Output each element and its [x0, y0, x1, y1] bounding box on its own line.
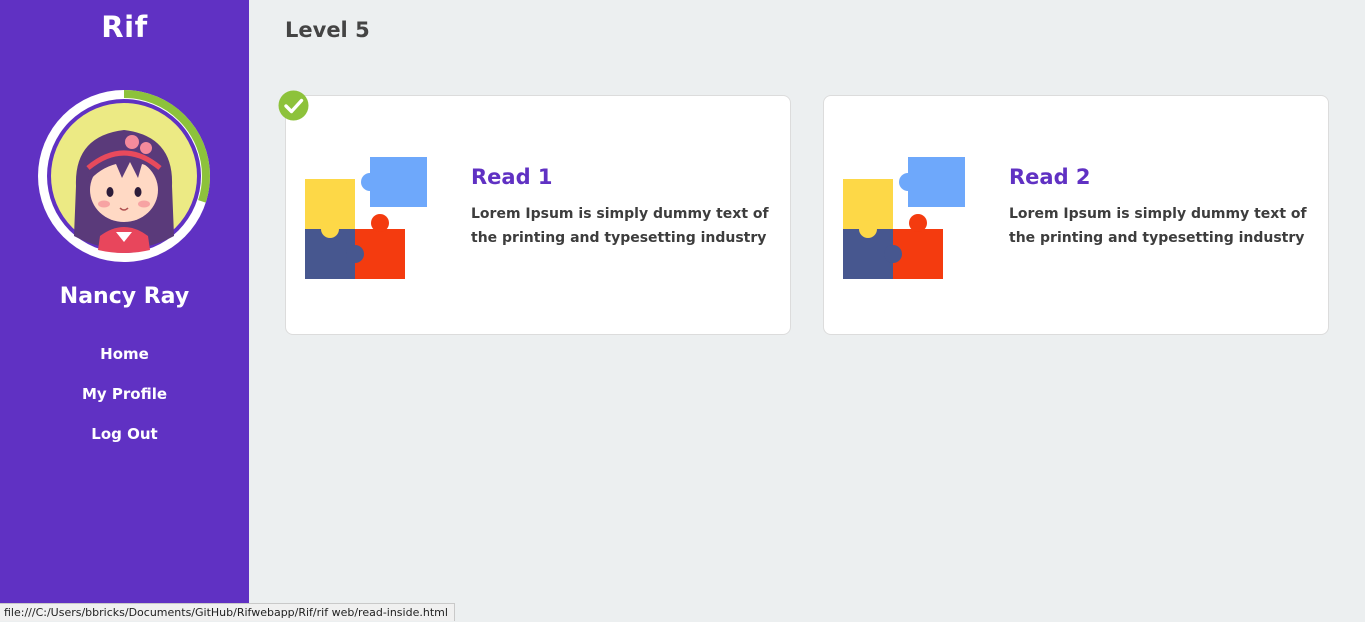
read-card-2[interactable]: Read 2 Lorem Ipsum is simply dummy text … [823, 95, 1329, 335]
status-bar-url: file:///C:/Users/bbricks/Documents/GitHu… [0, 603, 455, 621]
card-description: Lorem Ipsum is simply dummy text of the … [471, 206, 769, 246]
user-name: Nancy Ray [59, 284, 190, 309]
nav-item-log-out[interactable]: Log Out [0, 423, 249, 463]
card-description: Lorem Ipsum is simply dummy text of the … [1009, 206, 1307, 246]
avatar-image [38, 90, 210, 262]
sidebar-nav: Home My Profile Log Out [0, 343, 249, 463]
puzzle-icon [843, 157, 965, 279]
card-title[interactable]: Read 2 [1009, 165, 1091, 189]
nav-item-home[interactable]: Home [0, 343, 249, 383]
card-title[interactable]: Read 1 [471, 165, 553, 189]
avatar[interactable] [34, 86, 214, 266]
puzzle-icon [305, 157, 427, 279]
sidebar: Rif Nancy Ray Home My Profile Log Out [0, 0, 249, 621]
nav-item-my-profile[interactable]: My Profile [0, 383, 249, 423]
check-icon [278, 90, 309, 121]
read-card-1[interactable]: Read 1 Lorem Ipsum is simply dummy text … [285, 95, 791, 335]
page-title: Level 5 [285, 18, 370, 42]
brand-logo[interactable]: Rif [0, 10, 249, 44]
